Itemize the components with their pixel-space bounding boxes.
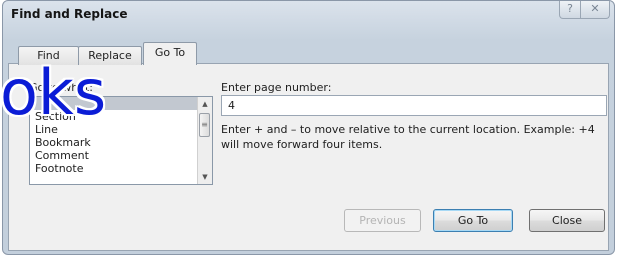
list-item-line[interactable]: Line — [30, 123, 212, 136]
tab-replace[interactable]: Replace — [78, 46, 142, 65]
scroll-down-icon[interactable]: ▼ — [198, 170, 212, 184]
go-to-what-label: Go to what: — [29, 81, 94, 94]
close-button[interactable]: Close — [529, 209, 605, 232]
tab-find[interactable]: Find — [18, 46, 79, 65]
scroll-thumb[interactable]: ≡ — [199, 113, 210, 137]
go-to-what-list[interactable]: Page Section Line Bookmark Comment Footn… — [29, 96, 213, 185]
enter-page-number-label: Enter page number: — [221, 81, 332, 94]
list-item-comment[interactable]: Comment — [30, 149, 212, 162]
list-item-bookmark[interactable]: Bookmark — [30, 136, 212, 149]
find-replace-dialog: Find and Replace ? ✕ Find Replace Go To … — [2, 0, 615, 255]
navigation-hint: Enter + and – to move relative to the cu… — [221, 123, 595, 151]
list-item-section[interactable]: Section — [30, 110, 212, 123]
close-window-button[interactable]: ✕ — [580, 1, 610, 19]
close-icon: ✕ — [590, 2, 600, 15]
dialog-title: Find and Replace — [11, 7, 128, 21]
scroll-up-icon[interactable]: ▲ — [198, 97, 212, 111]
help-button[interactable]: ? — [559, 1, 581, 19]
previous-button[interactable]: Previous — [344, 209, 421, 232]
go-to-button[interactable]: Go To — [433, 209, 513, 232]
page-number-input[interactable] — [221, 95, 607, 116]
list-scrollbar[interactable]: ▲ ≡ ▼ — [197, 97, 212, 184]
list-item-page[interactable]: Page — [30, 97, 212, 110]
list-item-footnote[interactable]: Footnote — [30, 162, 212, 175]
help-icon: ? — [567, 2, 573, 15]
tab-go-to[interactable]: Go To — [143, 42, 197, 65]
